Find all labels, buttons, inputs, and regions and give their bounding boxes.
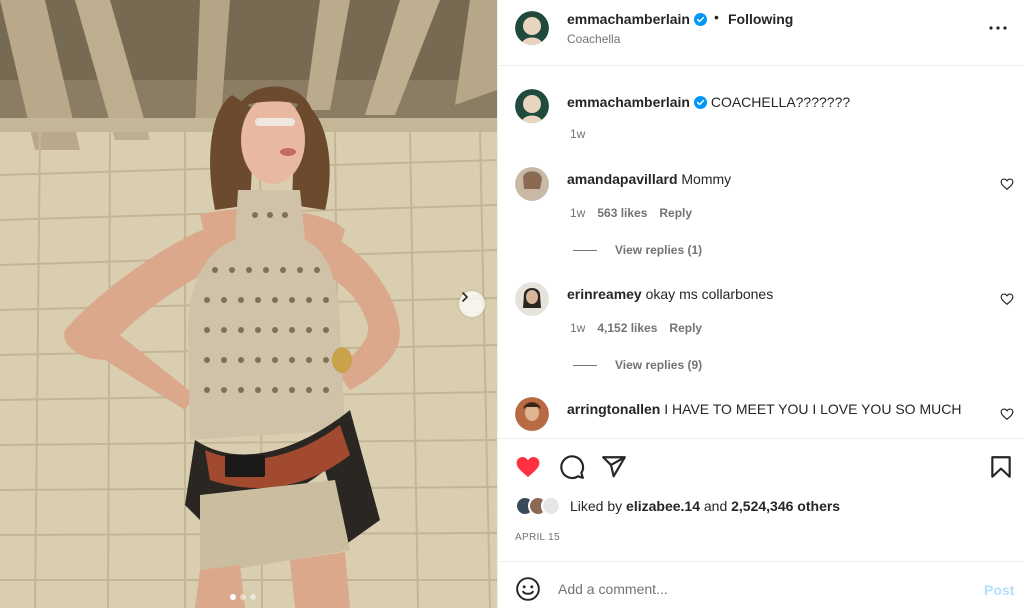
liker-avatar [541,496,561,516]
comment-text: Mommy [681,171,732,187]
comment-like-heart-icon[interactable] [1000,177,1014,191]
more-horizontal-icon [989,26,1007,30]
view-replies-button[interactable]: View replies (9) [573,358,702,372]
chevron-right-icon [462,292,468,302]
likes-summary[interactable]: Liked by elizabee.14 and 2,524,346 other… [515,496,840,516]
comment-reply-button[interactable]: Reply [659,206,692,220]
comment-icon[interactable] [559,454,585,480]
avatar-image [515,11,549,45]
comment-input[interactable] [558,574,958,604]
author-username-text: emmachamberlain [567,11,690,27]
caption-timestamp[interactable]: 1w [570,127,585,141]
action-bar [498,438,1024,500]
view-replies-button[interactable]: View replies (1) [573,243,702,257]
author-username[interactable]: emmachamberlain [567,11,707,27]
post-header: emmachamberlain • Following Coachella [498,0,1024,66]
heart-filled-icon[interactable] [515,454,541,480]
following-button[interactable]: Following [728,11,793,27]
likes-prefix: Liked by [570,498,623,514]
comment-avatar[interactable] [515,397,549,431]
comment-avatar[interactable] [515,282,549,316]
view-replies-label: View replies (9) [615,358,703,372]
verified-badge-icon [693,96,707,109]
comment-likes[interactable]: 563 likes [597,206,647,220]
photo-illustration [0,0,497,608]
share-icon[interactable] [601,454,627,480]
comment-text-row: amandapavillard Mommy [567,171,731,187]
carousel-dot [240,594,246,600]
carousel-dot [250,594,256,600]
comment-text: okay ms collarbones [645,286,774,302]
avatar-image [515,89,549,123]
comment-likes[interactable]: 4,152 likes [597,321,657,335]
view-replies-label: View replies (1) [615,243,703,257]
likes-and: and [703,498,728,514]
post-photo[interactable] [0,0,497,608]
comment-time[interactable]: 1w [570,321,585,335]
emoji-icon[interactable] [515,576,541,602]
view-replies-line [573,364,597,366]
carousel-indicator [230,594,256,600]
comment-meta: 1w 563 likes Reply [570,206,692,220]
comment-meta: 1w 4,152 likes Reply [570,321,702,335]
comment-username[interactable]: amandapavillard [567,171,678,187]
likes-count[interactable]: 2,524,346 others [731,498,840,514]
author-avatar[interactable] [515,11,549,45]
avatar-image [515,167,549,201]
comment-username[interactable]: erinreamey [567,286,642,302]
comment-text-row: erinreamey okay ms collarbones [567,286,773,302]
caption-author-avatar[interactable] [515,89,549,123]
liker-username[interactable]: elizabee.14 [626,498,700,514]
header-separator: • [714,9,719,25]
comment-text-row: arringtonallen I HAVE TO MEET YOU I LOVE… [567,401,961,417]
avatar-image [515,397,549,431]
view-replies-line [573,249,597,251]
post-side-panel: emmachamberlain • Following Coachella em… [497,0,1024,608]
comment-time[interactable]: 1w [570,206,585,220]
comment-composer: Post [498,561,1024,608]
comment-username[interactable]: arringtonallen [567,401,660,417]
comment-like-heart-icon[interactable] [1000,407,1014,421]
comment-reply-button[interactable]: Reply [669,321,702,335]
verified-badge-icon [693,13,707,26]
save-bookmark-icon[interactable] [988,454,1014,480]
caption-text: COACHELLA??????? [710,94,851,110]
likes-text: Liked by elizabee.14 and 2,524,346 other… [570,498,840,514]
avatar-image [515,282,549,316]
comment-avatar[interactable] [515,167,549,201]
post-comment-button[interactable]: Post [984,582,1014,598]
carousel-next-button[interactable] [459,291,485,317]
carousel-dot-active [230,594,236,600]
comment-text: I HAVE TO MEET YOU I LOVE YOU SO MUCH [664,401,962,417]
comment-like-heart-icon[interactable] [1000,292,1014,306]
post-location[interactable]: Coachella [567,32,620,46]
caption: emmachamberlain COACHELLA??????? [567,94,850,110]
caption-username[interactable]: emmachamberlain [567,94,690,110]
more-options-button[interactable] [987,19,1009,37]
post-date[interactable]: APRIL 15 [515,532,560,543]
